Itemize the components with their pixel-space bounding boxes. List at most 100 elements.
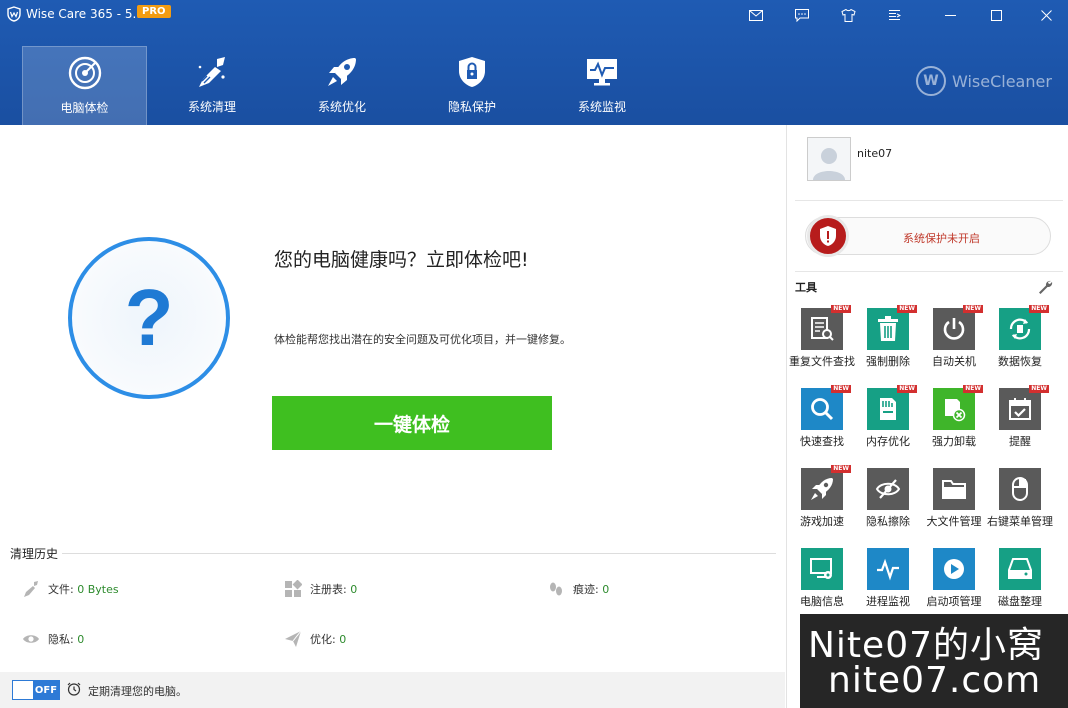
new-badge: NEW bbox=[831, 465, 851, 473]
broom-icon bbox=[194, 54, 230, 90]
maximize-icon[interactable] bbox=[987, 6, 1005, 24]
schedule-clean-toggle[interactable]: OFF bbox=[12, 680, 60, 700]
tool-large-file-manager[interactable]: 大文件管理 bbox=[921, 468, 987, 530]
tool-force-delete[interactable]: NEW 强制删除 bbox=[855, 305, 921, 370]
tool-startup-manager[interactable]: 启动项管理 bbox=[921, 548, 987, 610]
username[interactable]: nite07 bbox=[857, 147, 892, 160]
alarm-clock-icon[interactable] bbox=[67, 682, 81, 696]
history-title: 清理历史 bbox=[10, 547, 59, 561]
tool-privacy-eraser[interactable]: 隐私擦除 bbox=[855, 468, 921, 530]
tab-label: 系统优化 bbox=[317, 100, 366, 114]
tool-auto-shutdown[interactable]: NEW 自动关机 bbox=[921, 305, 987, 370]
checkup-panel: ? 您的电脑健康吗？立即体检吧! 体检能帮您找出潜在的安全问题及可优化项目，并一… bbox=[0, 125, 785, 670]
history-files: 文件: 0 Bytes bbox=[22, 580, 119, 598]
feedback-icon[interactable] bbox=[793, 6, 811, 24]
broom-icon bbox=[22, 580, 40, 598]
computer-settings-icon bbox=[801, 548, 843, 590]
tool-label: 大文件管理 bbox=[926, 515, 982, 528]
wisecleaner-brand: W WiseCleaner bbox=[916, 66, 1052, 96]
paper-plane-icon bbox=[284, 630, 302, 648]
calendar-check-icon: NEW bbox=[999, 385, 1049, 430]
history-label: 优化: bbox=[310, 633, 336, 646]
tab-system-monitor[interactable]: 系统监视 bbox=[537, 46, 667, 125]
tool-force-uninstall[interactable]: NEW 强力卸载 bbox=[921, 385, 987, 450]
tool-pc-info[interactable]: 电脑信息 bbox=[789, 548, 855, 610]
watermark-overlay: Nite07的小窝 nite07.com bbox=[800, 614, 1068, 708]
new-badge: NEW bbox=[831, 305, 851, 313]
tab-system-optimize[interactable]: 系统优化 bbox=[277, 46, 407, 125]
mail-icon[interactable] bbox=[747, 6, 765, 24]
main-nav: 电脑体检 系统清理 系统优化 隐私保护 系统监视 bbox=[22, 46, 667, 125]
registry-icon bbox=[284, 580, 302, 598]
tool-label: 强力卸载 bbox=[932, 435, 976, 448]
memory-card-icon: NEW bbox=[867, 385, 917, 430]
tab-pc-checkup[interactable]: 电脑体检 bbox=[22, 46, 147, 125]
minimize-icon[interactable] bbox=[941, 6, 959, 24]
avatar[interactable] bbox=[807, 137, 851, 181]
toggle-knob bbox=[13, 681, 33, 699]
tab-privacy-protect[interactable]: 隐私保护 bbox=[407, 46, 537, 125]
new-badge: NEW bbox=[1029, 305, 1049, 313]
new-badge: NEW bbox=[1029, 385, 1049, 393]
rocket-icon bbox=[324, 54, 360, 90]
tool-context-menu-manager[interactable]: 右键菜单管理 bbox=[987, 468, 1053, 530]
search-icon: NEW bbox=[801, 385, 851, 430]
health-description: 体检能帮您找出潜在的安全问题及可优化项目，并一键修复。 bbox=[274, 333, 571, 346]
tool-label: 右键菜单管理 bbox=[987, 515, 1053, 528]
play-icon bbox=[933, 548, 975, 590]
tool-duplicate-finder[interactable]: NEW 重复文件查找 bbox=[789, 305, 855, 370]
history-registry: 注册表: 0 bbox=[284, 580, 357, 598]
history-label: 文件: bbox=[48, 583, 74, 596]
history-traces: 痕迹: 0 bbox=[547, 580, 609, 598]
pro-badge: PRO bbox=[137, 5, 171, 18]
tool-data-recovery[interactable]: NEW 数据恢复 bbox=[987, 305, 1053, 370]
new-badge: NEW bbox=[831, 385, 851, 393]
tab-label: 系统监视 bbox=[577, 100, 626, 114]
tool-label: 电脑信息 bbox=[800, 595, 844, 608]
tab-label: 系统清理 bbox=[187, 100, 236, 114]
tool-memory-optimize[interactable]: NEW 内存优化 bbox=[855, 385, 921, 450]
new-badge: NEW bbox=[963, 385, 983, 393]
tab-label: 电脑体检 bbox=[60, 101, 109, 115]
tool-quick-search[interactable]: NEW 快速查找 bbox=[789, 385, 855, 450]
power-icon: NEW bbox=[933, 305, 983, 350]
question-mark-icon: ? bbox=[124, 273, 174, 362]
one-click-checkup-button[interactable]: 一键体检 bbox=[272, 396, 552, 450]
tool-label: 重复文件查找 bbox=[789, 355, 855, 368]
history-label: 注册表: bbox=[310, 583, 347, 596]
new-badge: NEW bbox=[963, 305, 983, 313]
protection-status-text: 系统保护未开启 bbox=[903, 232, 980, 245]
tool-label: 数据恢复 bbox=[998, 355, 1042, 368]
wrench-icon[interactable] bbox=[1037, 279, 1053, 295]
brand-name: WiseCleaner bbox=[952, 71, 1052, 91]
title-bar: Wise Care 365 - 5.9.1 PRO bbox=[0, 0, 1068, 30]
wise-care-logo-icon bbox=[7, 6, 21, 22]
history-value: 0 bbox=[77, 632, 85, 646]
footprint-icon bbox=[547, 580, 565, 598]
hard-disk-icon bbox=[999, 548, 1041, 590]
tool-label: 进程监视 bbox=[866, 595, 910, 608]
close-icon[interactable] bbox=[1037, 6, 1055, 24]
tool-label: 快速查找 bbox=[800, 435, 844, 448]
skin-icon[interactable] bbox=[839, 6, 857, 24]
tool-game-boost[interactable]: NEW 游戏加速 bbox=[789, 465, 855, 530]
tool-label: 磁盘整理 bbox=[998, 595, 1042, 608]
history-privacy: 隐私: 0 bbox=[22, 630, 84, 648]
trash-icon: NEW bbox=[867, 305, 917, 350]
health-title: 您的电脑健康吗？立即体检吧! bbox=[274, 249, 529, 271]
tool-reminder[interactable]: NEW 提醒 bbox=[987, 385, 1053, 450]
history-value: 0 bbox=[602, 582, 610, 596]
tool-label: 自动关机 bbox=[932, 355, 976, 368]
radar-icon bbox=[67, 55, 103, 91]
menu-icon[interactable] bbox=[885, 6, 903, 24]
new-badge: NEW bbox=[897, 305, 917, 313]
tool-label: 隐私擦除 bbox=[866, 515, 910, 528]
tools-title: 工具 bbox=[795, 281, 817, 294]
tool-process-monitor[interactable]: 进程监视 bbox=[855, 548, 921, 610]
health-status-circle: ? bbox=[68, 237, 230, 399]
history-optimize: 优化: 0 bbox=[284, 630, 346, 648]
tool-disk-defrag[interactable]: 磁盘整理 bbox=[987, 548, 1053, 610]
pulse-icon bbox=[867, 548, 909, 590]
watermark-line2: nite07.com bbox=[828, 660, 1042, 701]
tab-system-clean[interactable]: 系统清理 bbox=[147, 46, 277, 125]
